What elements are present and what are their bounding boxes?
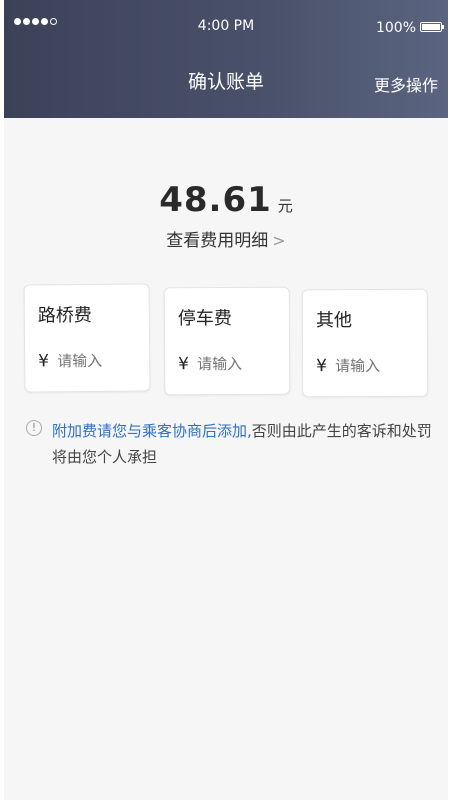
- battery-percent: 100%: [375, 20, 416, 36]
- notice-text: 附加费请您与乘客协商后添加,否则由此产生的客诉和处罚将由您个人承担: [52, 418, 434, 470]
- currency-symbol: ¥: [38, 351, 50, 372]
- screen: 4:00 PM 100% 确认账单 更多操作 48.61 元 查看费用明细 > 路桥…: [4, 0, 448, 800]
- info-icon: !: [26, 420, 42, 436]
- view-fee-details-link[interactable]: 查看费用明细 >: [4, 226, 448, 251]
- notice-highlight: 附加费请您与乘客协商后添加,: [52, 422, 252, 440]
- nav-bar: 确认账单 更多操作: [4, 55, 448, 105]
- more-actions-button[interactable]: 更多操作: [374, 72, 438, 96]
- toll-fee-input[interactable]: [55, 350, 148, 372]
- fee-card-title: 其他: [315, 310, 352, 332]
- amount-unit: 元: [277, 197, 293, 215]
- currency-symbol: ¥: [178, 354, 190, 375]
- amount-display: 48.61 元: [4, 180, 448, 220]
- parking-fee-input[interactable]: [195, 353, 288, 375]
- extra-fee-cards: 路桥费 ¥ 停车费 ¥ 其他 ¥: [22, 283, 432, 398]
- fee-card-title: 路桥费: [37, 304, 92, 327]
- status-bar: 4:00 PM 100%: [4, 0, 448, 50]
- chevron-right-icon: >: [272, 231, 286, 250]
- view-fee-details-label: 查看费用明细: [166, 231, 269, 251]
- currency-symbol: ¥: [316, 356, 327, 377]
- fee-card-toll: 路桥费 ¥: [23, 283, 151, 393]
- fare-amount: 48.61: [159, 180, 272, 220]
- fee-card-parking: 停车费 ¥: [163, 286, 291, 396]
- other-fee-input[interactable]: [333, 355, 426, 377]
- battery-icon: [420, 22, 444, 32]
- header: 4:00 PM 100% 确认账单 更多操作: [4, 0, 448, 118]
- fee-card-title: 停车费: [177, 307, 232, 330]
- fee-card-other: 其他 ¥: [301, 288, 429, 398]
